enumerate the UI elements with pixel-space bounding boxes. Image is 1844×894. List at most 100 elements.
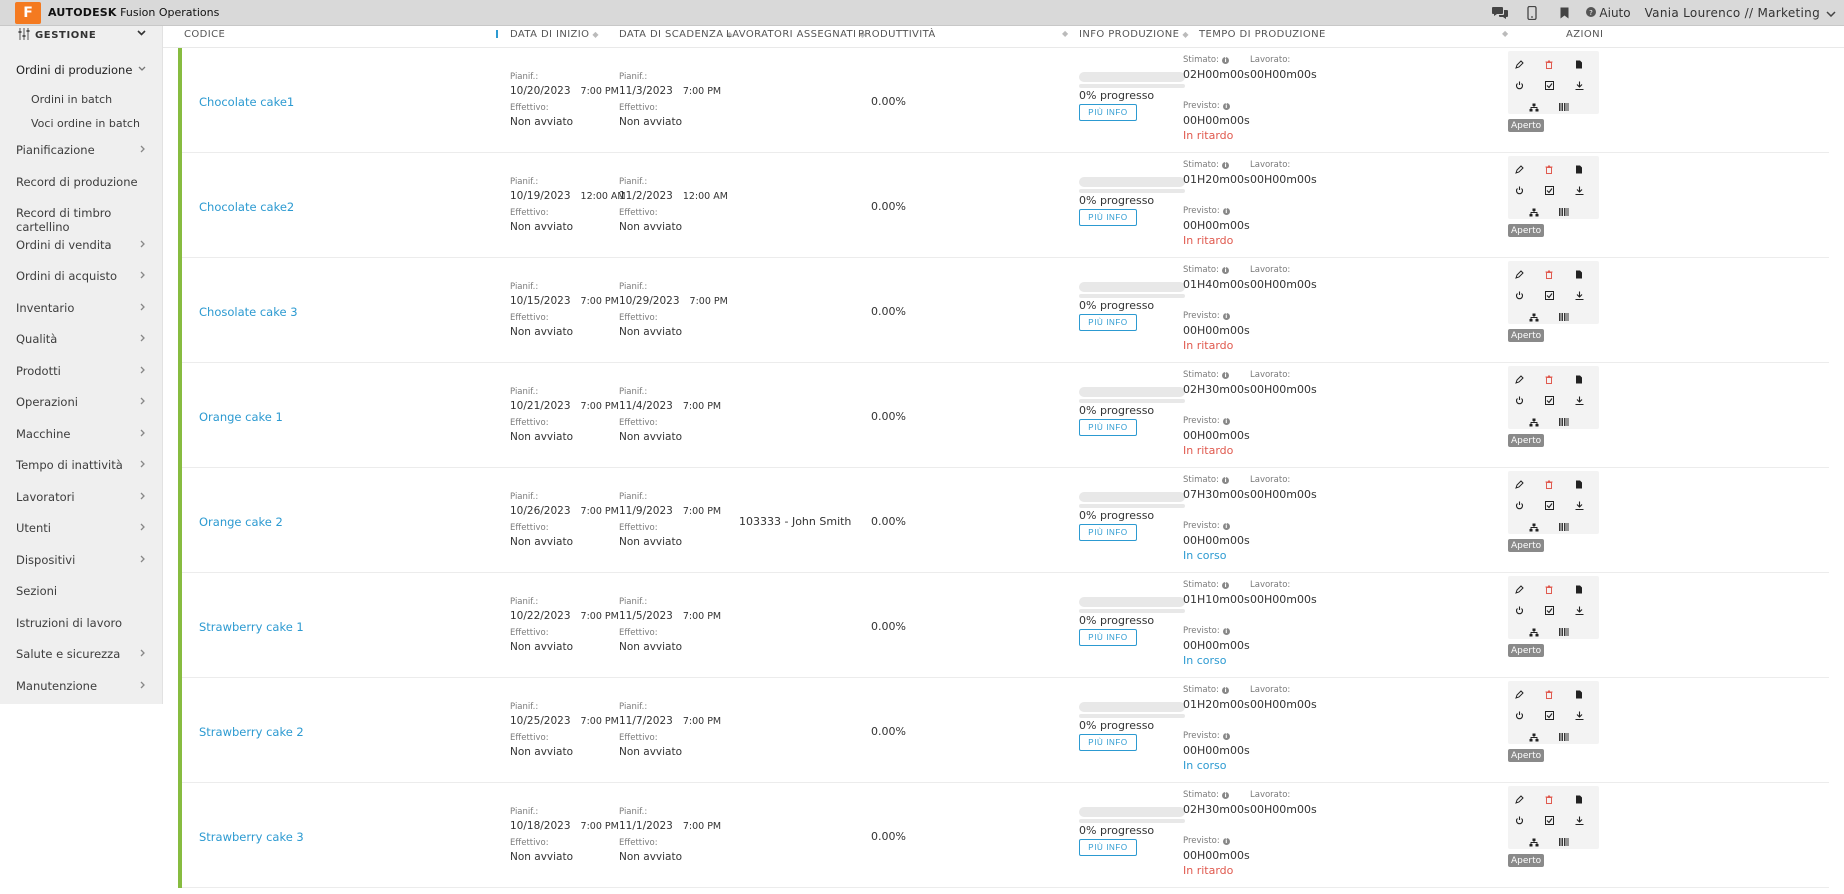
more-info-button[interactable]: PIÙ INFO [1079,839,1137,856]
order-code-link[interactable]: Chocolate cake2 [199,200,294,214]
order-code-link[interactable]: Orange cake 2 [199,515,283,529]
delete-icon[interactable] [1541,686,1557,702]
delete-icon[interactable] [1541,581,1557,597]
barcode-icon[interactable] [1556,99,1572,115]
barcode-icon[interactable] [1556,414,1572,430]
power-icon[interactable] [1511,392,1527,408]
hierarchy-icon[interactable] [1526,309,1542,325]
delete-icon[interactable] [1541,161,1557,177]
download-icon[interactable] [1571,392,1587,408]
info-icon[interactable]: i [1222,627,1230,635]
download-icon[interactable] [1571,602,1587,618]
order-code-link[interactable]: Chocolate cake1 [199,95,294,109]
edit-icon[interactable] [1511,791,1527,807]
power-icon[interactable] [1511,182,1527,198]
column-header-start-date[interactable]: DATA DI INIZIO ◆ [510,29,599,40]
power-icon[interactable] [1511,497,1527,513]
download-icon[interactable] [1571,182,1587,198]
checklist-icon[interactable] [1541,287,1557,303]
barcode-icon[interactable] [1556,204,1572,220]
barcode-icon[interactable] [1556,519,1572,535]
info-icon[interactable]: i [1221,56,1229,64]
info-icon[interactable]: i [1222,837,1230,845]
document-icon[interactable] [1571,266,1587,282]
edit-icon[interactable] [1511,56,1527,72]
document-icon[interactable] [1571,161,1587,177]
column-header-assigned-workers[interactable]: LAVORATORI ASSEGNATI ◆ [726,29,866,40]
order-code-link[interactable]: Strawberry cake 2 [199,725,304,739]
order-code-link[interactable]: Strawberry cake 1 [199,620,304,634]
document-icon[interactable] [1571,791,1587,807]
document-icon[interactable] [1571,581,1587,597]
info-icon[interactable]: i [1221,476,1229,484]
info-icon[interactable]: i [1221,791,1229,799]
info-icon[interactable]: i [1222,102,1230,110]
barcode-icon[interactable] [1556,624,1572,640]
download-icon[interactable] [1571,497,1587,513]
more-info-button[interactable]: PIÙ INFO [1079,629,1137,646]
power-icon[interactable] [1511,707,1527,723]
sidebar-item[interactable]: Ordini di acquisto [16,269,146,283]
sidebar-subitem[interactable]: Voci ordine in batch [31,117,140,130]
delete-icon[interactable] [1541,476,1557,492]
info-icon[interactable]: i [1222,312,1230,320]
hierarchy-icon[interactable] [1526,414,1542,430]
sidebar-item[interactable]: Record di timbro cartellino [16,206,146,234]
column-header-productivity[interactable]: PRODUTTIVITÀ [858,29,936,40]
sidebar-item[interactable]: Qualità [16,332,146,346]
hierarchy-icon[interactable] [1526,624,1542,640]
power-icon[interactable] [1511,602,1527,618]
edit-icon[interactable] [1511,686,1527,702]
hierarchy-icon[interactable] [1526,834,1542,850]
info-icon[interactable]: i [1222,522,1230,530]
more-info-button[interactable]: PIÙ INFO [1079,209,1137,226]
user-menu[interactable]: Vania Lourenco // Marketing [1645,6,1836,20]
power-icon[interactable] [1511,812,1527,828]
barcode-icon[interactable] [1556,834,1572,850]
help-link[interactable]: ? Aiuto [1586,6,1631,20]
document-icon[interactable] [1571,476,1587,492]
sidebar-subitem[interactable]: Ordini in batch [31,93,112,106]
delete-icon[interactable] [1541,791,1557,807]
sidebar-item[interactable]: Istruzioni di lavoro [16,616,146,630]
edit-icon[interactable] [1511,371,1527,387]
column-header-production-info[interactable]: INFO PRODUZIONE ◆ [1079,29,1189,40]
more-info-button[interactable]: PIÙ INFO [1079,419,1137,436]
more-info-button[interactable]: PIÙ INFO [1079,314,1137,331]
checklist-icon[interactable] [1541,182,1557,198]
info-icon[interactable]: i [1222,207,1230,215]
edit-icon[interactable] [1511,266,1527,282]
document-icon[interactable] [1571,686,1587,702]
checklist-icon[interactable] [1541,77,1557,93]
edit-icon[interactable] [1511,161,1527,177]
order-code-link[interactable]: Orange cake 1 [199,410,283,424]
info-icon[interactable]: i [1222,417,1230,425]
sidebar-item[interactable]: Record di produzione [16,175,146,189]
sidebar-item[interactable]: Sezioni [16,584,146,598]
app-logo[interactable]: F [15,1,41,24]
download-icon[interactable] [1571,812,1587,828]
info-icon[interactable]: i [1221,581,1229,589]
sidebar-item[interactable]: Inventario [16,301,146,315]
sidebar-item[interactable]: Ordini di vendita [16,238,146,252]
sidebar-item[interactable]: Manutenzione [16,679,146,693]
delete-icon[interactable] [1541,266,1557,282]
sidebar-item[interactable]: Dispositivi [16,553,146,567]
sidebar-header[interactable]: GESTIONE [0,26,162,44]
checklist-icon[interactable] [1541,602,1557,618]
hierarchy-icon[interactable] [1526,204,1542,220]
edit-icon[interactable] [1511,476,1527,492]
download-icon[interactable] [1571,77,1587,93]
download-icon[interactable] [1571,287,1587,303]
info-icon[interactable]: i [1222,732,1230,740]
info-icon[interactable]: i [1221,161,1229,169]
more-info-button[interactable]: PIÙ INFO [1079,104,1137,121]
column-header-production-time[interactable]: TEMPO DI PRODUZIONE [1199,29,1326,40]
sidebar-item[interactable]: Tempo di inattività [16,458,146,472]
more-info-button[interactable]: PIÙ INFO [1079,524,1137,541]
hierarchy-icon[interactable] [1526,729,1542,745]
sidebar-item[interactable]: Lavoratori [16,490,146,504]
hierarchy-icon[interactable] [1526,519,1542,535]
sidebar-item[interactable]: Salute e sicurezza [16,647,146,661]
order-code-link[interactable]: Strawberry cake 3 [199,830,304,844]
